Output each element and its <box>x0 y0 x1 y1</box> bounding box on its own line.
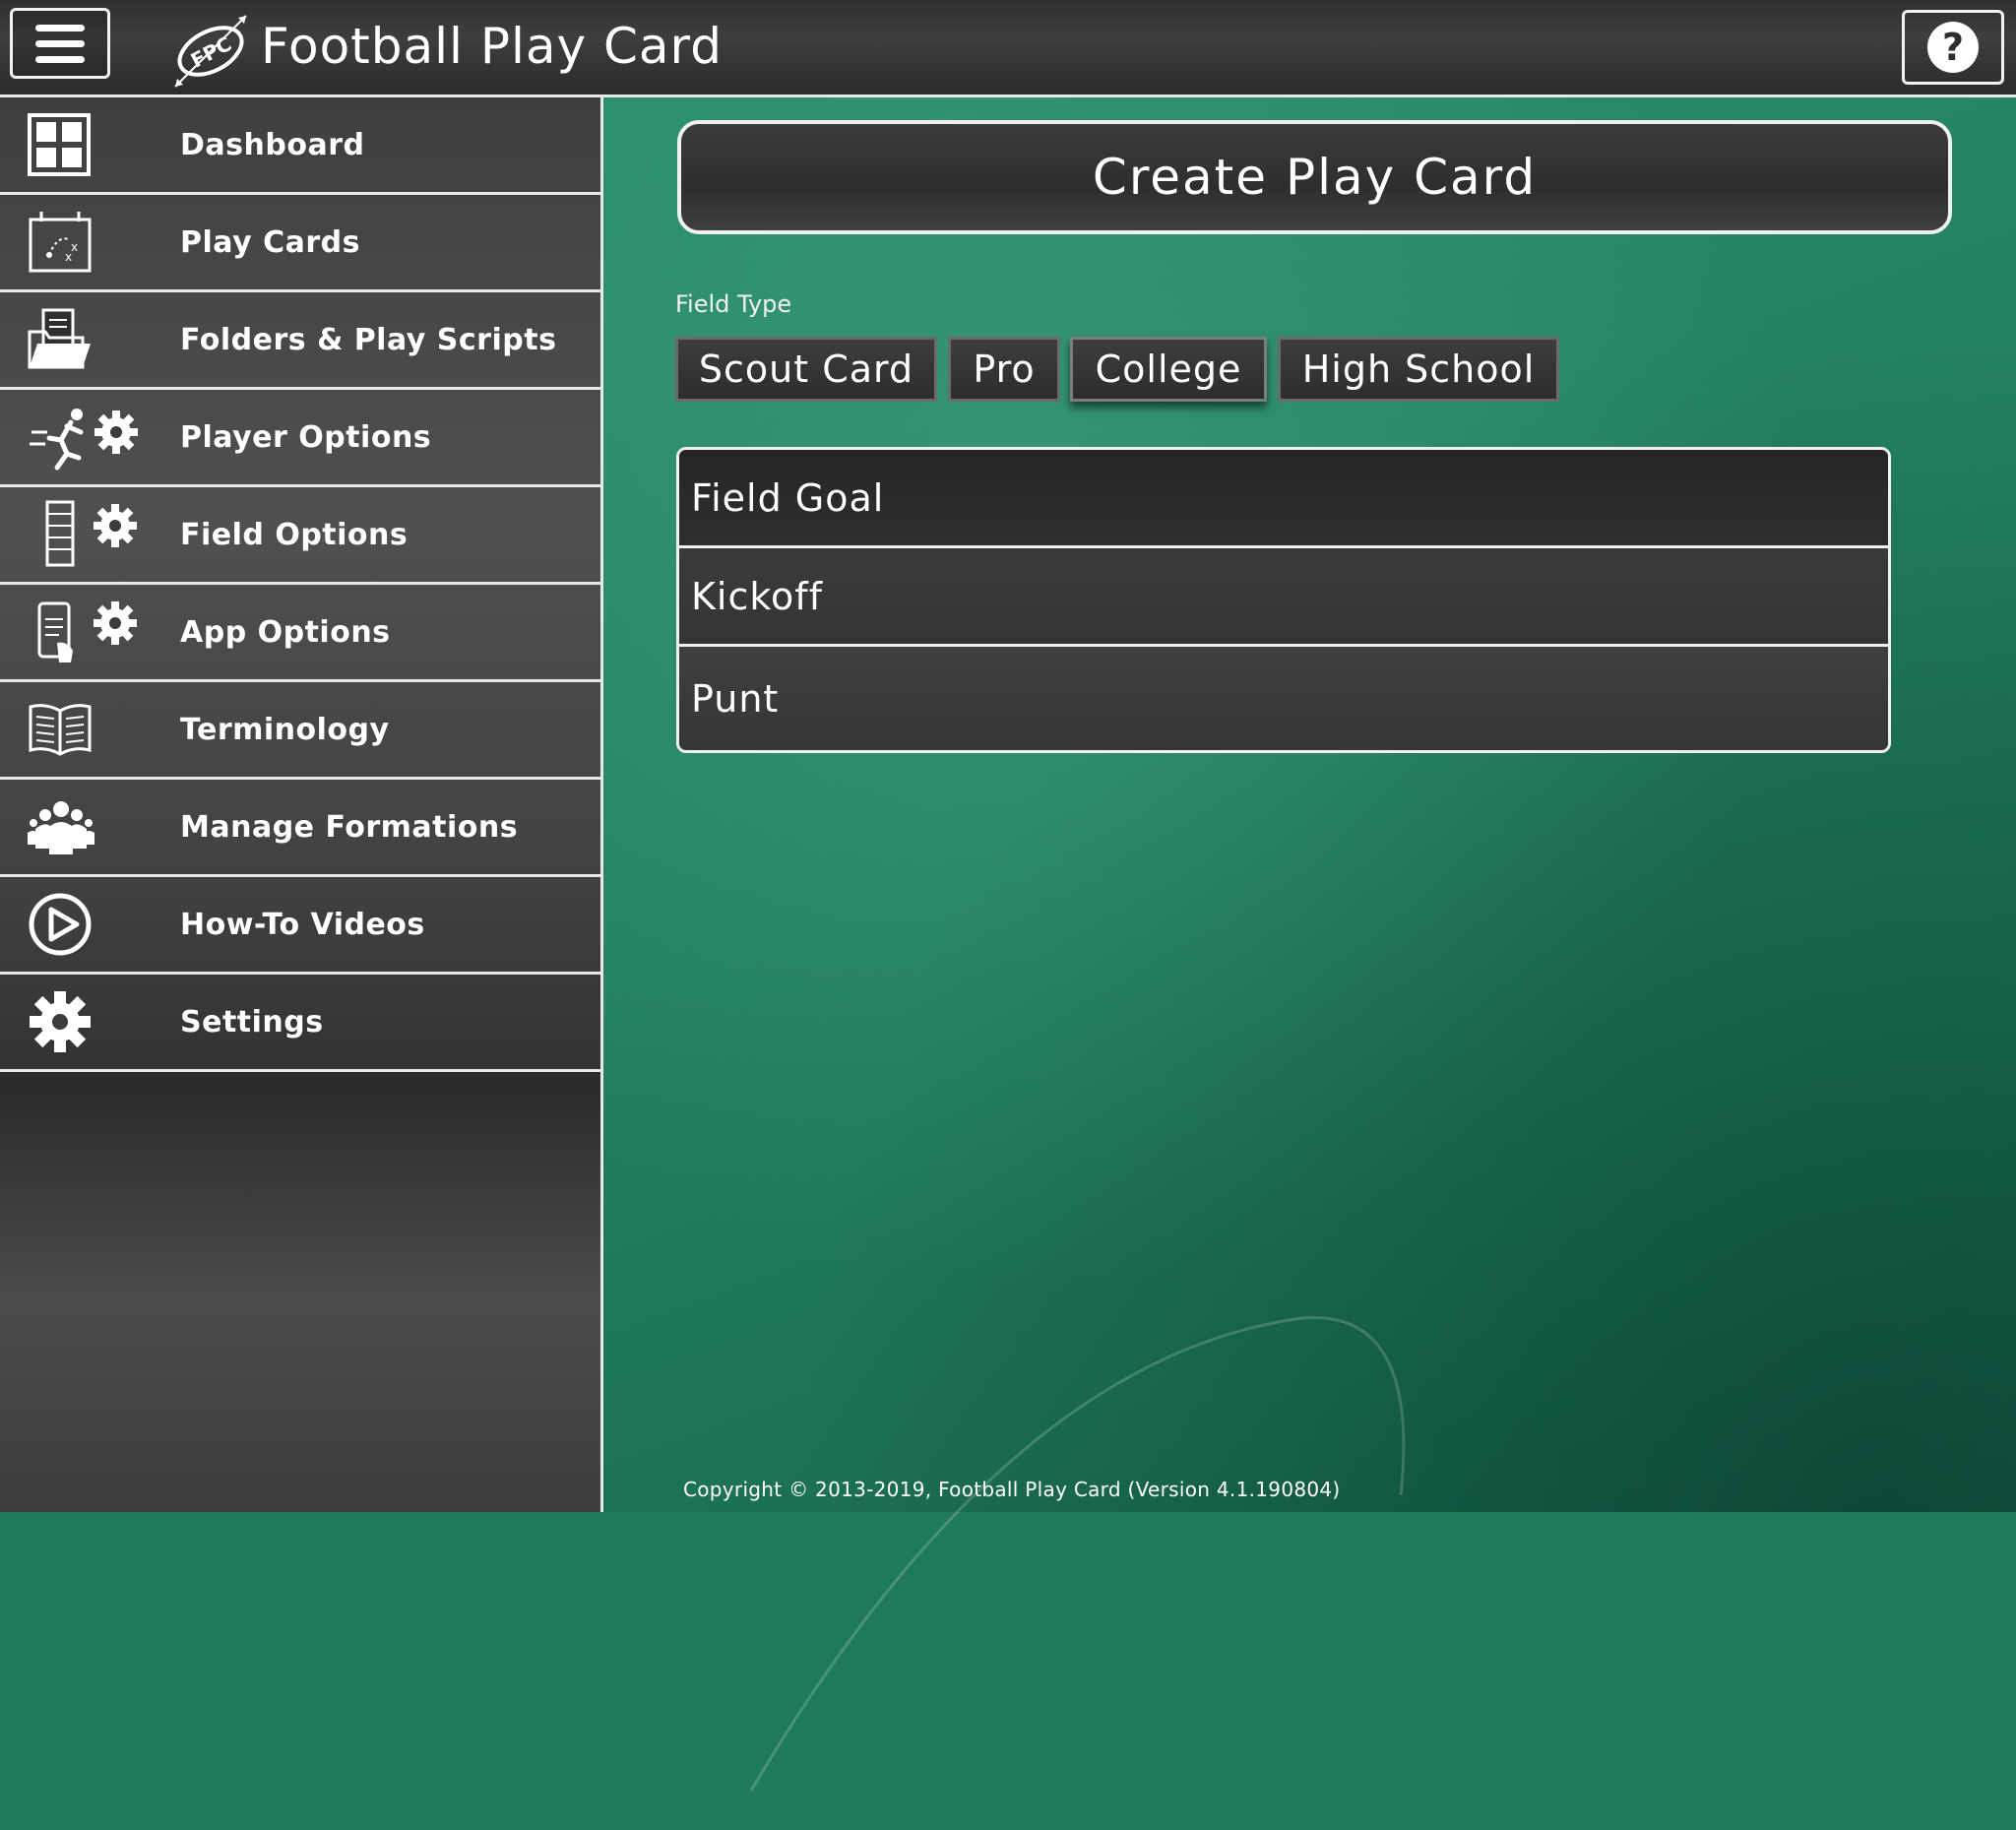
play-type-list: Field Goal Kickoff Punt <box>676 447 1891 753</box>
field-options-icon <box>28 500 146 569</box>
sidebar-item-dashboard[interactable]: Dashboard <box>0 97 600 195</box>
sidebar-item-label: How-To Videos <box>180 907 425 942</box>
sidebar-item-folders-play-scripts[interactable]: Folders & Play Scripts <box>0 292 600 390</box>
field-type-scout-card[interactable]: Scout Card <box>675 337 937 402</box>
main-content: Create Play Card Field Type Scout Card P… <box>603 97 2016 1792</box>
help-button[interactable]: ? <box>1902 10 2004 85</box>
field-type-college[interactable]: College <box>1070 337 1267 402</box>
sidebar-item-label: Terminology <box>180 712 390 747</box>
create-play-card-button[interactable]: Create Play Card <box>677 120 1952 234</box>
sidebar-item-label: Dashboard <box>180 127 365 162</box>
list-item-field-goal[interactable]: Field Goal <box>679 450 1888 548</box>
sidebar-item-label: Settings <box>180 1004 324 1040</box>
sidebar-item-label: Field Options <box>180 517 409 552</box>
sidebar-item-settings[interactable]: Settings <box>0 975 600 1072</box>
menu-bar <box>35 24 85 32</box>
field-type-high-school[interactable]: High School <box>1278 337 1559 402</box>
sidebar-item-how-to-videos[interactable]: How-To Videos <box>0 877 600 975</box>
sidebar-item-label: App Options <box>180 614 391 650</box>
dashboard-icon <box>28 110 146 179</box>
play-cards-icon: x x <box>28 208 146 277</box>
menu-bar <box>35 55 85 63</box>
group-icon <box>28 792 146 861</box>
app-title: Football Play Card <box>261 18 723 75</box>
player-options-icon <box>28 403 146 472</box>
list-item-punt[interactable]: Punt <box>679 647 1888 750</box>
fpc-logo-icon: FPC <box>169 12 252 91</box>
sidebar-item-app-options[interactable]: App Options <box>0 585 600 682</box>
sidebar-item-label: Folders & Play Scripts <box>180 322 557 357</box>
sidebar-item-player-options[interactable]: Player Options <box>0 390 600 487</box>
sidebar-item-label: Player Options <box>180 419 432 455</box>
sidebar-item-label: Manage Formations <box>180 809 519 845</box>
question-mark-icon: ? <box>1927 22 1979 73</box>
app-options-icon <box>28 598 146 666</box>
menu-bar <box>35 39 85 47</box>
sidebar-item-field-options[interactable]: Field Options <box>0 487 600 585</box>
sidebar-item-label: Play Cards <box>180 224 360 260</box>
play-circle-icon <box>28 890 146 959</box>
sidebar-item-manage-formations[interactable]: Manage Formations <box>0 780 600 877</box>
hamburger-menu-button[interactable] <box>10 8 110 79</box>
folder-icon <box>28 305 146 374</box>
book-icon <box>28 695 146 764</box>
copyright-text: Copyright © 2013-2019, Football Play Car… <box>683 1478 1341 1501</box>
sidebar-item-play-cards[interactable]: x x Play Cards <box>0 195 600 292</box>
gear-icon <box>28 987 146 1056</box>
svg-text:x: x <box>71 240 78 254</box>
field-arc-decoration <box>749 1316 1406 1792</box>
field-type-pro[interactable]: Pro <box>948 337 1060 402</box>
sidebar-item-terminology[interactable]: Terminology <box>0 682 600 780</box>
app-header: FPC Football Play Card ? <box>0 0 2016 97</box>
svg-text:?: ? <box>1942 26 1964 69</box>
field-type-label: Field Type <box>675 290 792 318</box>
list-item-kickoff[interactable]: Kickoff <box>679 548 1888 647</box>
sidebar-nav: Dashboard x x Play Cards Folders & Play … <box>0 97 603 1512</box>
